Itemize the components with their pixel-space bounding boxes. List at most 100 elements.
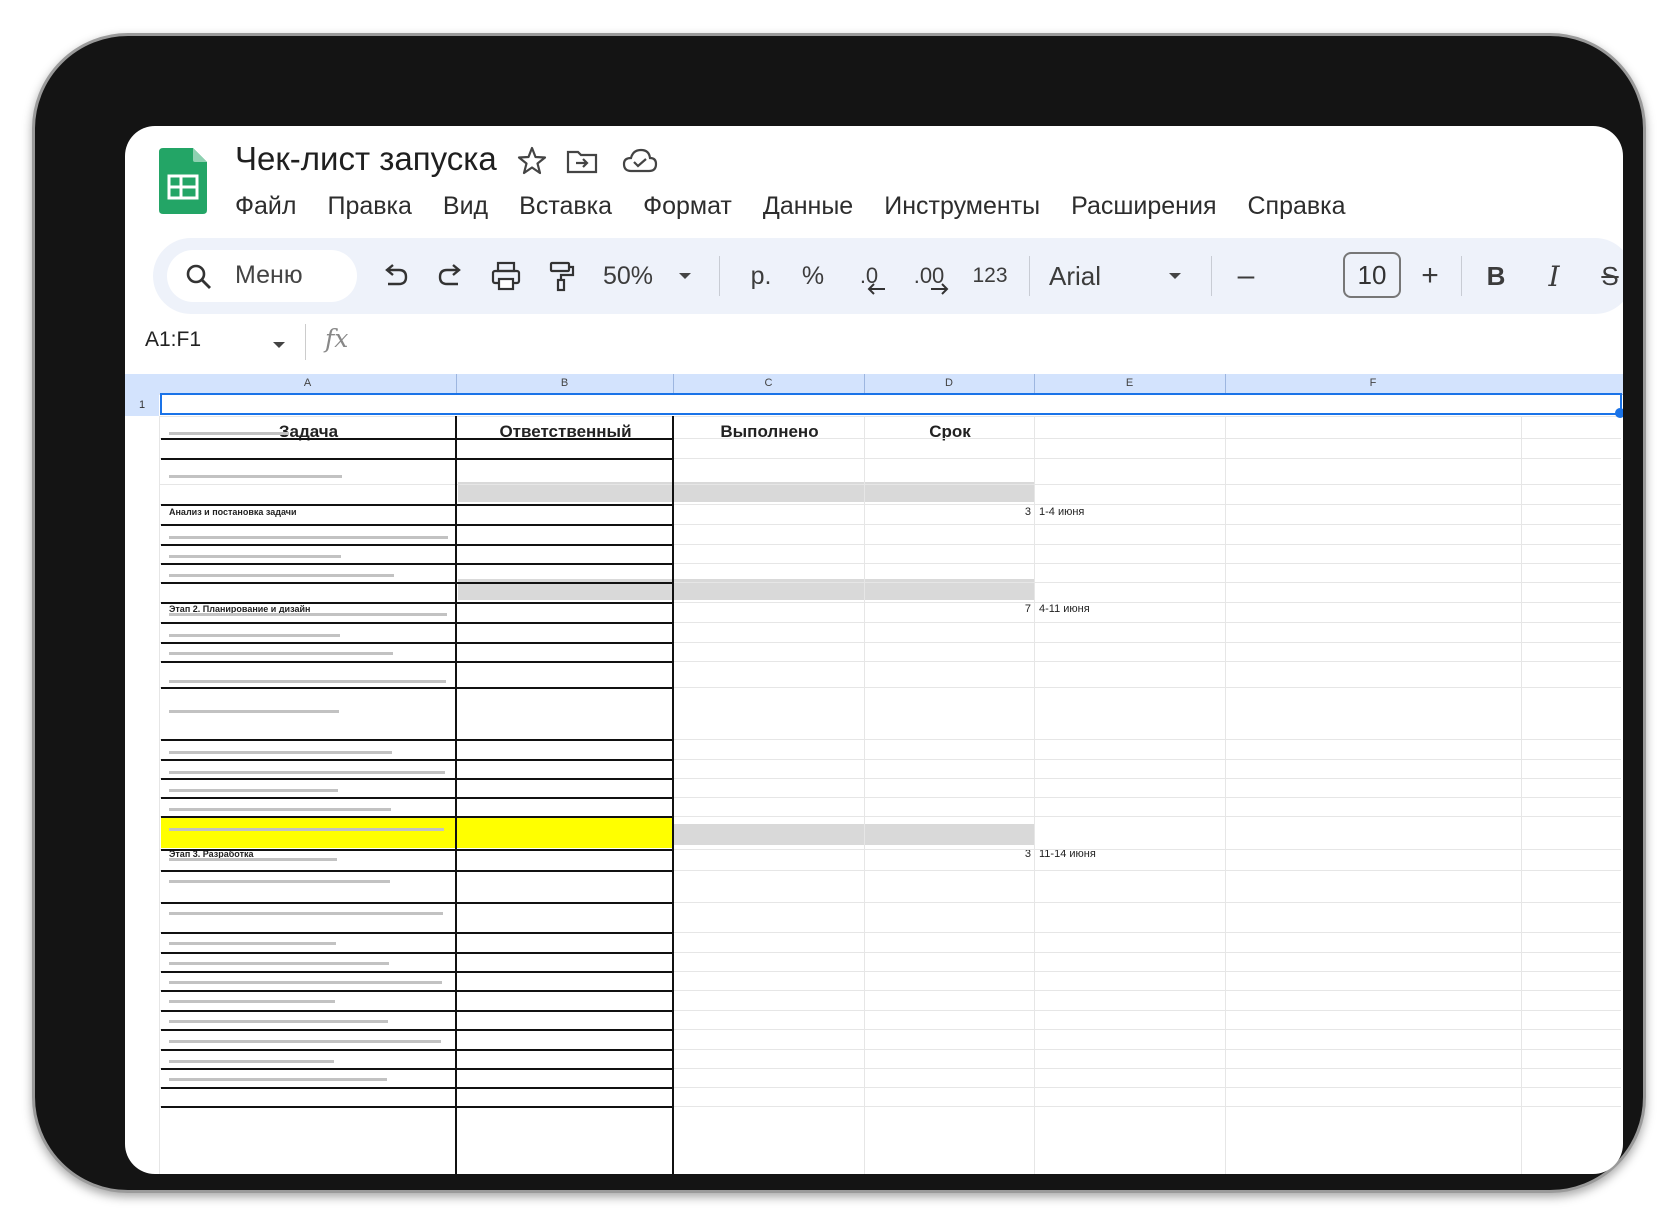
cell-border [161, 1087, 673, 1089]
task-text-placeholder [169, 555, 341, 558]
grid-line [1225, 416, 1226, 1174]
task-text-placeholder [169, 771, 445, 774]
zoom-select[interactable]: 50% [593, 256, 663, 296]
cell-border [161, 902, 673, 904]
task-text-placeholder [169, 1040, 441, 1043]
grid-line [159, 416, 1621, 417]
phase-label: Анализ и постановка задачи [169, 507, 297, 517]
phase-duration: 3 [1024, 506, 1031, 518]
column-header-bar: A B C D E F [125, 374, 1623, 395]
phase-row-fill [458, 482, 1034, 502]
chevron-down-icon[interactable] [675, 256, 695, 296]
cell-border [161, 870, 673, 872]
cell-border [161, 778, 673, 780]
column-header-a[interactable]: A [159, 377, 456, 389]
move-folder-icon[interactable] [565, 144, 599, 178]
phase-duration: 7 [1024, 603, 1031, 615]
cell-border [161, 622, 673, 624]
redo-icon[interactable] [435, 256, 467, 296]
toolbar-separator [1029, 256, 1030, 296]
cell-border [455, 416, 457, 1174]
currency-format-button[interactable]: р. [739, 256, 783, 296]
percent-format-button[interactable]: % [793, 256, 833, 296]
fill-handle[interactable] [1615, 408, 1623, 418]
task-text-placeholder [169, 1060, 334, 1063]
sheets-logo-icon[interactable] [159, 148, 207, 214]
header-done: Выполнено [720, 422, 819, 441]
header-deadline: Срок [929, 422, 971, 441]
task-text-placeholder [169, 962, 389, 965]
menu-edit[interactable]: Правка [327, 192, 411, 226]
print-icon[interactable] [489, 256, 523, 296]
paint-format-icon[interactable] [545, 256, 577, 296]
task-text-placeholder [169, 880, 390, 883]
bold-button[interactable]: B [1479, 256, 1513, 296]
strikethrough-button[interactable]: S [1593, 256, 1623, 296]
undo-icon[interactable] [379, 256, 411, 296]
cell-border [161, 438, 673, 440]
grid-line [159, 484, 1621, 485]
decrease-font-size-button[interactable]: – [1229, 256, 1263, 296]
toolbar-separator [1461, 256, 1462, 296]
chevron-down-icon[interactable] [1165, 256, 1185, 296]
task-text-placeholder [169, 1078, 387, 1081]
chevron-down-icon[interactable] [271, 340, 287, 350]
column-header-c[interactable]: C [673, 377, 864, 389]
task-text-placeholder [169, 475, 342, 478]
cell-border [161, 849, 673, 851]
cell-border [161, 504, 673, 506]
cell-border [161, 971, 673, 973]
task-text-placeholder [169, 912, 443, 915]
sheets-app-screen: Чек-лист запуска Файл Правка Вид Вставка… [125, 126, 1623, 1174]
column-header-b[interactable]: B [456, 377, 673, 389]
column-header-f[interactable]: F [1225, 377, 1521, 389]
task-text-placeholder [169, 613, 447, 616]
cell-border [161, 544, 673, 546]
cell-grid[interactable]: Задача Ответственный Выполнено Срок Анал… [125, 394, 1623, 1174]
cell-border [161, 1106, 673, 1108]
tablet-frame: Чек-лист запуска Файл Правка Вид Вставка… [32, 33, 1646, 1193]
italic-button[interactable]: I [1537, 256, 1571, 296]
menu-file[interactable]: Файл [235, 192, 296, 226]
menu-insert[interactable]: Вставка [519, 192, 612, 226]
task-text-placeholder [169, 751, 392, 754]
cell-border [161, 582, 673, 584]
font-size-input[interactable]: 10 [1343, 252, 1401, 298]
star-icon[interactable] [515, 144, 549, 178]
font-family-select[interactable]: Arial [1049, 256, 1119, 296]
cell-border [161, 563, 673, 565]
cloud-saved-icon[interactable] [621, 144, 659, 178]
document-title[interactable]: Чек-лист запуска [235, 140, 497, 178]
menu-data[interactable]: Данные [763, 192, 853, 226]
menu-view[interactable]: Вид [443, 192, 488, 226]
cell-border [161, 797, 673, 799]
menu-format[interactable]: Формат [643, 192, 732, 226]
menu-help[interactable]: Справка [1248, 192, 1346, 226]
more-formats-button[interactable]: 123 [965, 256, 1015, 296]
menu-tools[interactable]: Инструменты [884, 192, 1040, 226]
task-text-placeholder [169, 574, 394, 577]
task-text-placeholder [169, 652, 393, 655]
selected-range[interactable] [160, 393, 1622, 415]
grid-line [1521, 416, 1522, 1174]
menu-extensions[interactable]: Расширения [1071, 192, 1216, 226]
cell-border [161, 602, 673, 604]
cell-border [161, 524, 673, 526]
search-icon [186, 264, 211, 289]
task-text-placeholder [169, 981, 442, 984]
toolbar: Меню 50% р. % .0 .00 123 Arial – 10 + B … [153, 238, 1623, 314]
increase-font-size-button[interactable]: + [1413, 256, 1447, 296]
formula-separator [305, 324, 306, 360]
cell-border [161, 1068, 673, 1070]
cell-border [672, 416, 674, 1174]
task-text-placeholder [169, 789, 338, 792]
name-box[interactable]: A1:F1 [145, 328, 201, 352]
column-header-d[interactable]: D [864, 377, 1034, 389]
cell-border [161, 952, 673, 954]
menu-search-box[interactable]: Меню [167, 250, 357, 302]
cell-border [161, 661, 673, 663]
cell-border [161, 990, 673, 992]
grid-line [1034, 416, 1035, 1174]
cell-border [161, 1010, 673, 1012]
column-header-e[interactable]: E [1034, 377, 1225, 389]
